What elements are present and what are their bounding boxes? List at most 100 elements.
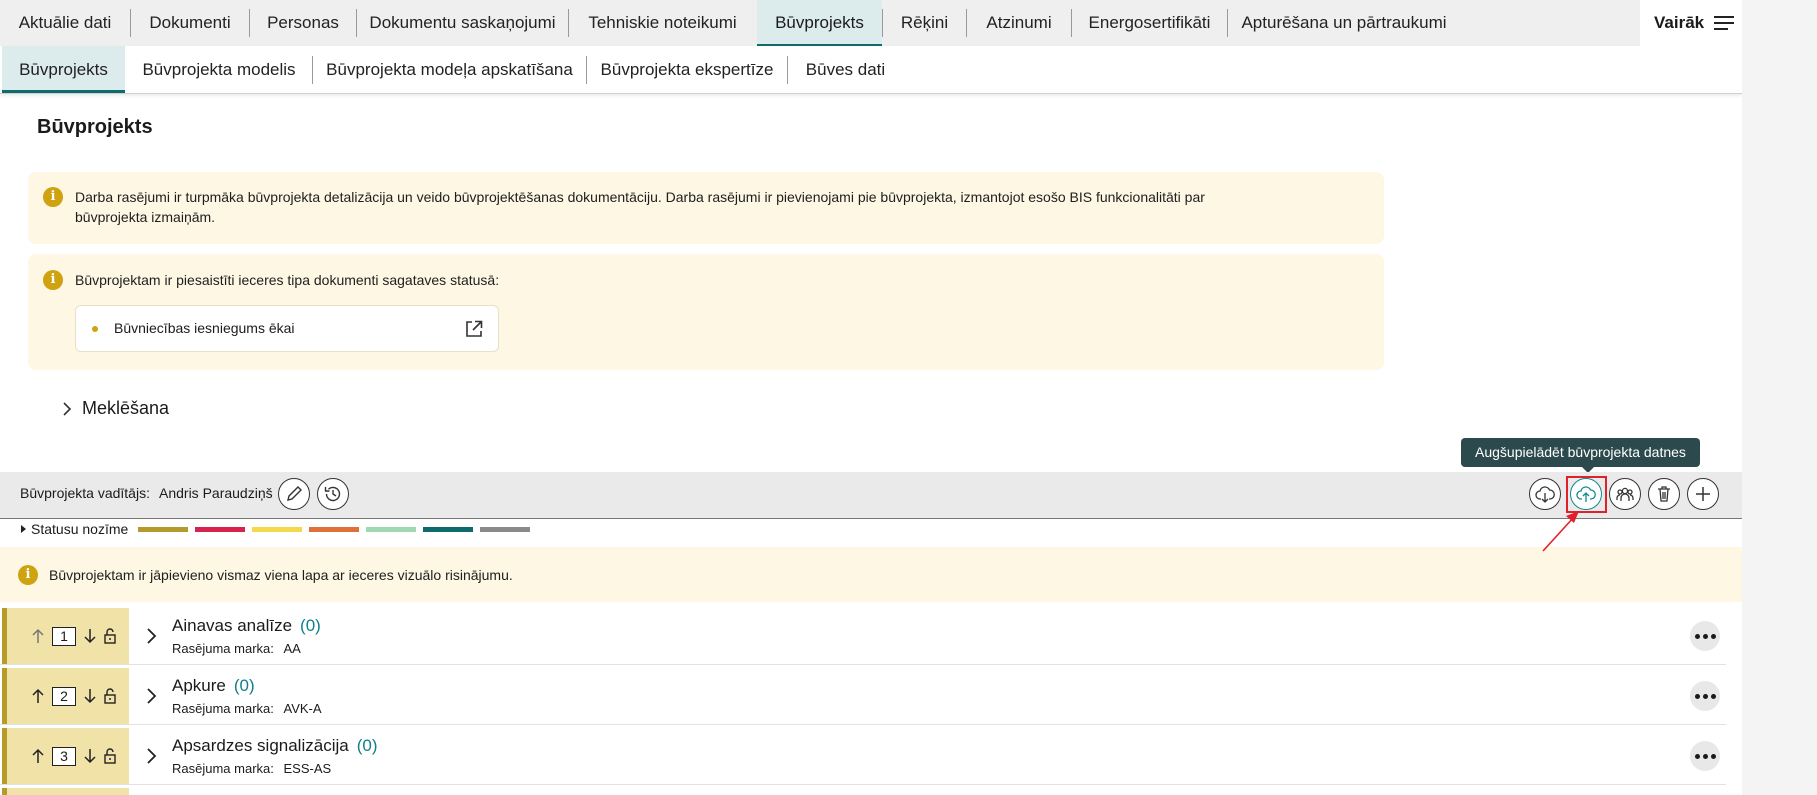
- dot: [1710, 693, 1716, 699]
- hamburger-icon: [1714, 16, 1735, 30]
- chevron-right-icon[interactable]: [143, 686, 159, 706]
- notice-line: Darba rasējumi ir turpmāka būvprojekta d…: [75, 189, 1205, 205]
- linked-document-label: Būvniecības iesniegums ēkai: [114, 320, 295, 336]
- tab-aktualie-dati[interactable]: Aktuālie dati: [0, 0, 130, 46]
- info-notice: i Darba rasējumi ir turpmāka būvprojekta…: [28, 172, 1384, 244]
- subtab-buvprojekta-modelis[interactable]: Būvprojekta modelis: [126, 46, 312, 93]
- subtab-modela-apskatisana[interactable]: Būvprojekta modeļa apskatīšana: [313, 46, 586, 93]
- tab-tehniskie-noteikumi[interactable]: Tehniskie noteikumi: [569, 0, 756, 46]
- trash-icon: [1658, 486, 1670, 502]
- status-legend[interactable]: Statusu nozīme: [20, 520, 537, 538]
- status-swatch: [195, 526, 246, 532]
- more-label: Vairāk: [1654, 13, 1705, 32]
- users-button[interactable]: [1609, 478, 1641, 510]
- add-button[interactable]: [1687, 478, 1719, 510]
- chevron-right-icon[interactable]: [143, 626, 159, 646]
- subtab-buves-dati[interactable]: Būves dati: [788, 46, 903, 93]
- arrow-down-icon[interactable]: [81, 747, 99, 765]
- status-swatch: [423, 526, 474, 532]
- arrow-up-icon[interactable]: [29, 627, 47, 645]
- info-icon: i: [43, 187, 63, 207]
- page: Aktuālie dati Dokumenti Personas Dokumen…: [0, 0, 1742, 795]
- subtab-buvprojekts[interactable]: Būvprojekts: [2, 46, 125, 93]
- unlock-icon[interactable]: [101, 627, 119, 645]
- tab-apturesana[interactable]: Apturēšana un pārtraukumi: [1228, 0, 1460, 46]
- dot: [1702, 633, 1708, 639]
- section-name: Apkure: [172, 676, 226, 695]
- dot: [1702, 693, 1708, 699]
- tab-personas[interactable]: Personas: [250, 0, 356, 46]
- info-icon: i: [43, 270, 63, 290]
- mark-label: Rasējuma marka:: [172, 641, 274, 656]
- section-count: (0): [233, 676, 255, 695]
- row-actions-button[interactable]: [1690, 681, 1720, 711]
- section-name: Apsardzes signalizācija: [172, 736, 349, 755]
- tab-buvprojekts[interactable]: Būvprojekts: [757, 0, 882, 47]
- tab-dokumenti[interactable]: Dokumenti: [131, 0, 249, 46]
- manager-name: Andris Paraudziņš: [159, 485, 273, 501]
- list-item: 1 Ainavas analīze (0) Rasējuma marka: AA: [0, 608, 1726, 665]
- section-title: Apsardzes signalizācija (0): [172, 736, 377, 756]
- section-title: Ainavas analīze (0): [172, 616, 321, 636]
- list-item: 3 Apsardzes signalizācija (0) Rasējuma ma…: [0, 728, 1726, 785]
- tab-atzinumi[interactable]: Atzinumi: [967, 0, 1071, 46]
- row-actions-button[interactable]: [1690, 741, 1720, 771]
- history-icon: [324, 486, 341, 502]
- arrow-down-icon[interactable]: [81, 627, 99, 645]
- status-legend-label: Statusu nozīme: [31, 521, 129, 537]
- manager-label: Būvprojekta vadītājs:: [20, 485, 150, 501]
- order-controls: 3: [2, 728, 129, 784]
- page-title: Būvprojekts: [37, 116, 153, 138]
- arrow-up-icon[interactable]: [29, 687, 47, 705]
- page-gutter: [1742, 0, 1817, 795]
- status-swatch: [366, 526, 417, 532]
- tab-dokumentu-saskanojumi[interactable]: Dokumentu saskaņojumi: [357, 0, 568, 46]
- order-number[interactable]: 1: [52, 626, 76, 646]
- chevron-right-icon[interactable]: [143, 746, 159, 766]
- pencil-icon: [287, 486, 302, 501]
- edit-manager-button[interactable]: [278, 478, 310, 510]
- mark-value: AA: [283, 641, 301, 656]
- order-number[interactable]: 3: [52, 746, 76, 766]
- section-mark: Rasējuma marka: AA: [172, 641, 301, 656]
- dot: [1694, 753, 1700, 759]
- mark-value: ESS-AS: [283, 761, 332, 776]
- subtab-ekspertize[interactable]: Būvprojekta ekspertīze: [587, 46, 787, 93]
- mark-value: AVK-A: [283, 701, 322, 716]
- dot: [1710, 753, 1716, 759]
- section-name: Ainavas analīze: [172, 616, 293, 635]
- order-controls: 1: [2, 608, 129, 664]
- notice-line: būvprojekta izmaiņām.: [75, 209, 216, 225]
- unlock-icon[interactable]: [101, 747, 119, 765]
- order-number[interactable]: 2: [52, 686, 76, 706]
- triangle-right-icon: [21, 525, 26, 533]
- plus-icon: [1696, 487, 1710, 501]
- download-button[interactable]: [1529, 478, 1561, 510]
- dot: [1710, 633, 1716, 639]
- delete-button[interactable]: [1648, 478, 1680, 510]
- arrow-down-icon[interactable]: [81, 687, 99, 705]
- linked-document-item[interactable]: Būvniecības iesniegums ēkai: [75, 305, 499, 352]
- unlock-icon[interactable]: [101, 687, 119, 705]
- list-item: 2 Apkure (0) Rasējuma marka: AVK-A: [0, 668, 1726, 725]
- dot: [1694, 693, 1700, 699]
- users-icon: [1616, 487, 1634, 501]
- project-toolbar: Būvprojekta vadītājs: Andris Paraudziņš: [0, 472, 1742, 519]
- tab-rekini[interactable]: Rēķini: [883, 0, 966, 46]
- status-swatch: [138, 526, 189, 532]
- section-mark: Rasējuma marka: ESS-AS: [172, 761, 331, 776]
- upload-tooltip: Augšupielādēt būvprojekta datnes: [1461, 438, 1700, 473]
- search-toggle[interactable]: Meklēšana: [62, 398, 169, 419]
- mark-label: Rasējuma marka:: [172, 761, 274, 776]
- main-tab-bar: Aktuālie dati Dokumenti Personas Dokumen…: [0, 0, 1742, 47]
- upload-button[interactable]: [1570, 478, 1602, 510]
- warning-text: Būvprojektam ir jāpievieno vismaz viena …: [49, 567, 513, 583]
- more-menu-button[interactable]: Vairāk: [1640, 0, 1742, 46]
- tab-energosertifikati[interactable]: Energosertifikāti: [1072, 0, 1227, 46]
- bullet: [92, 326, 98, 332]
- history-button[interactable]: [317, 478, 349, 510]
- sub-tab-bar: Būvprojekts Būvprojekta modelis Būvproje…: [0, 46, 1742, 94]
- external-link-icon[interactable]: [465, 320, 483, 338]
- row-actions-button[interactable]: [1690, 621, 1720, 651]
- arrow-up-icon[interactable]: [29, 747, 47, 765]
